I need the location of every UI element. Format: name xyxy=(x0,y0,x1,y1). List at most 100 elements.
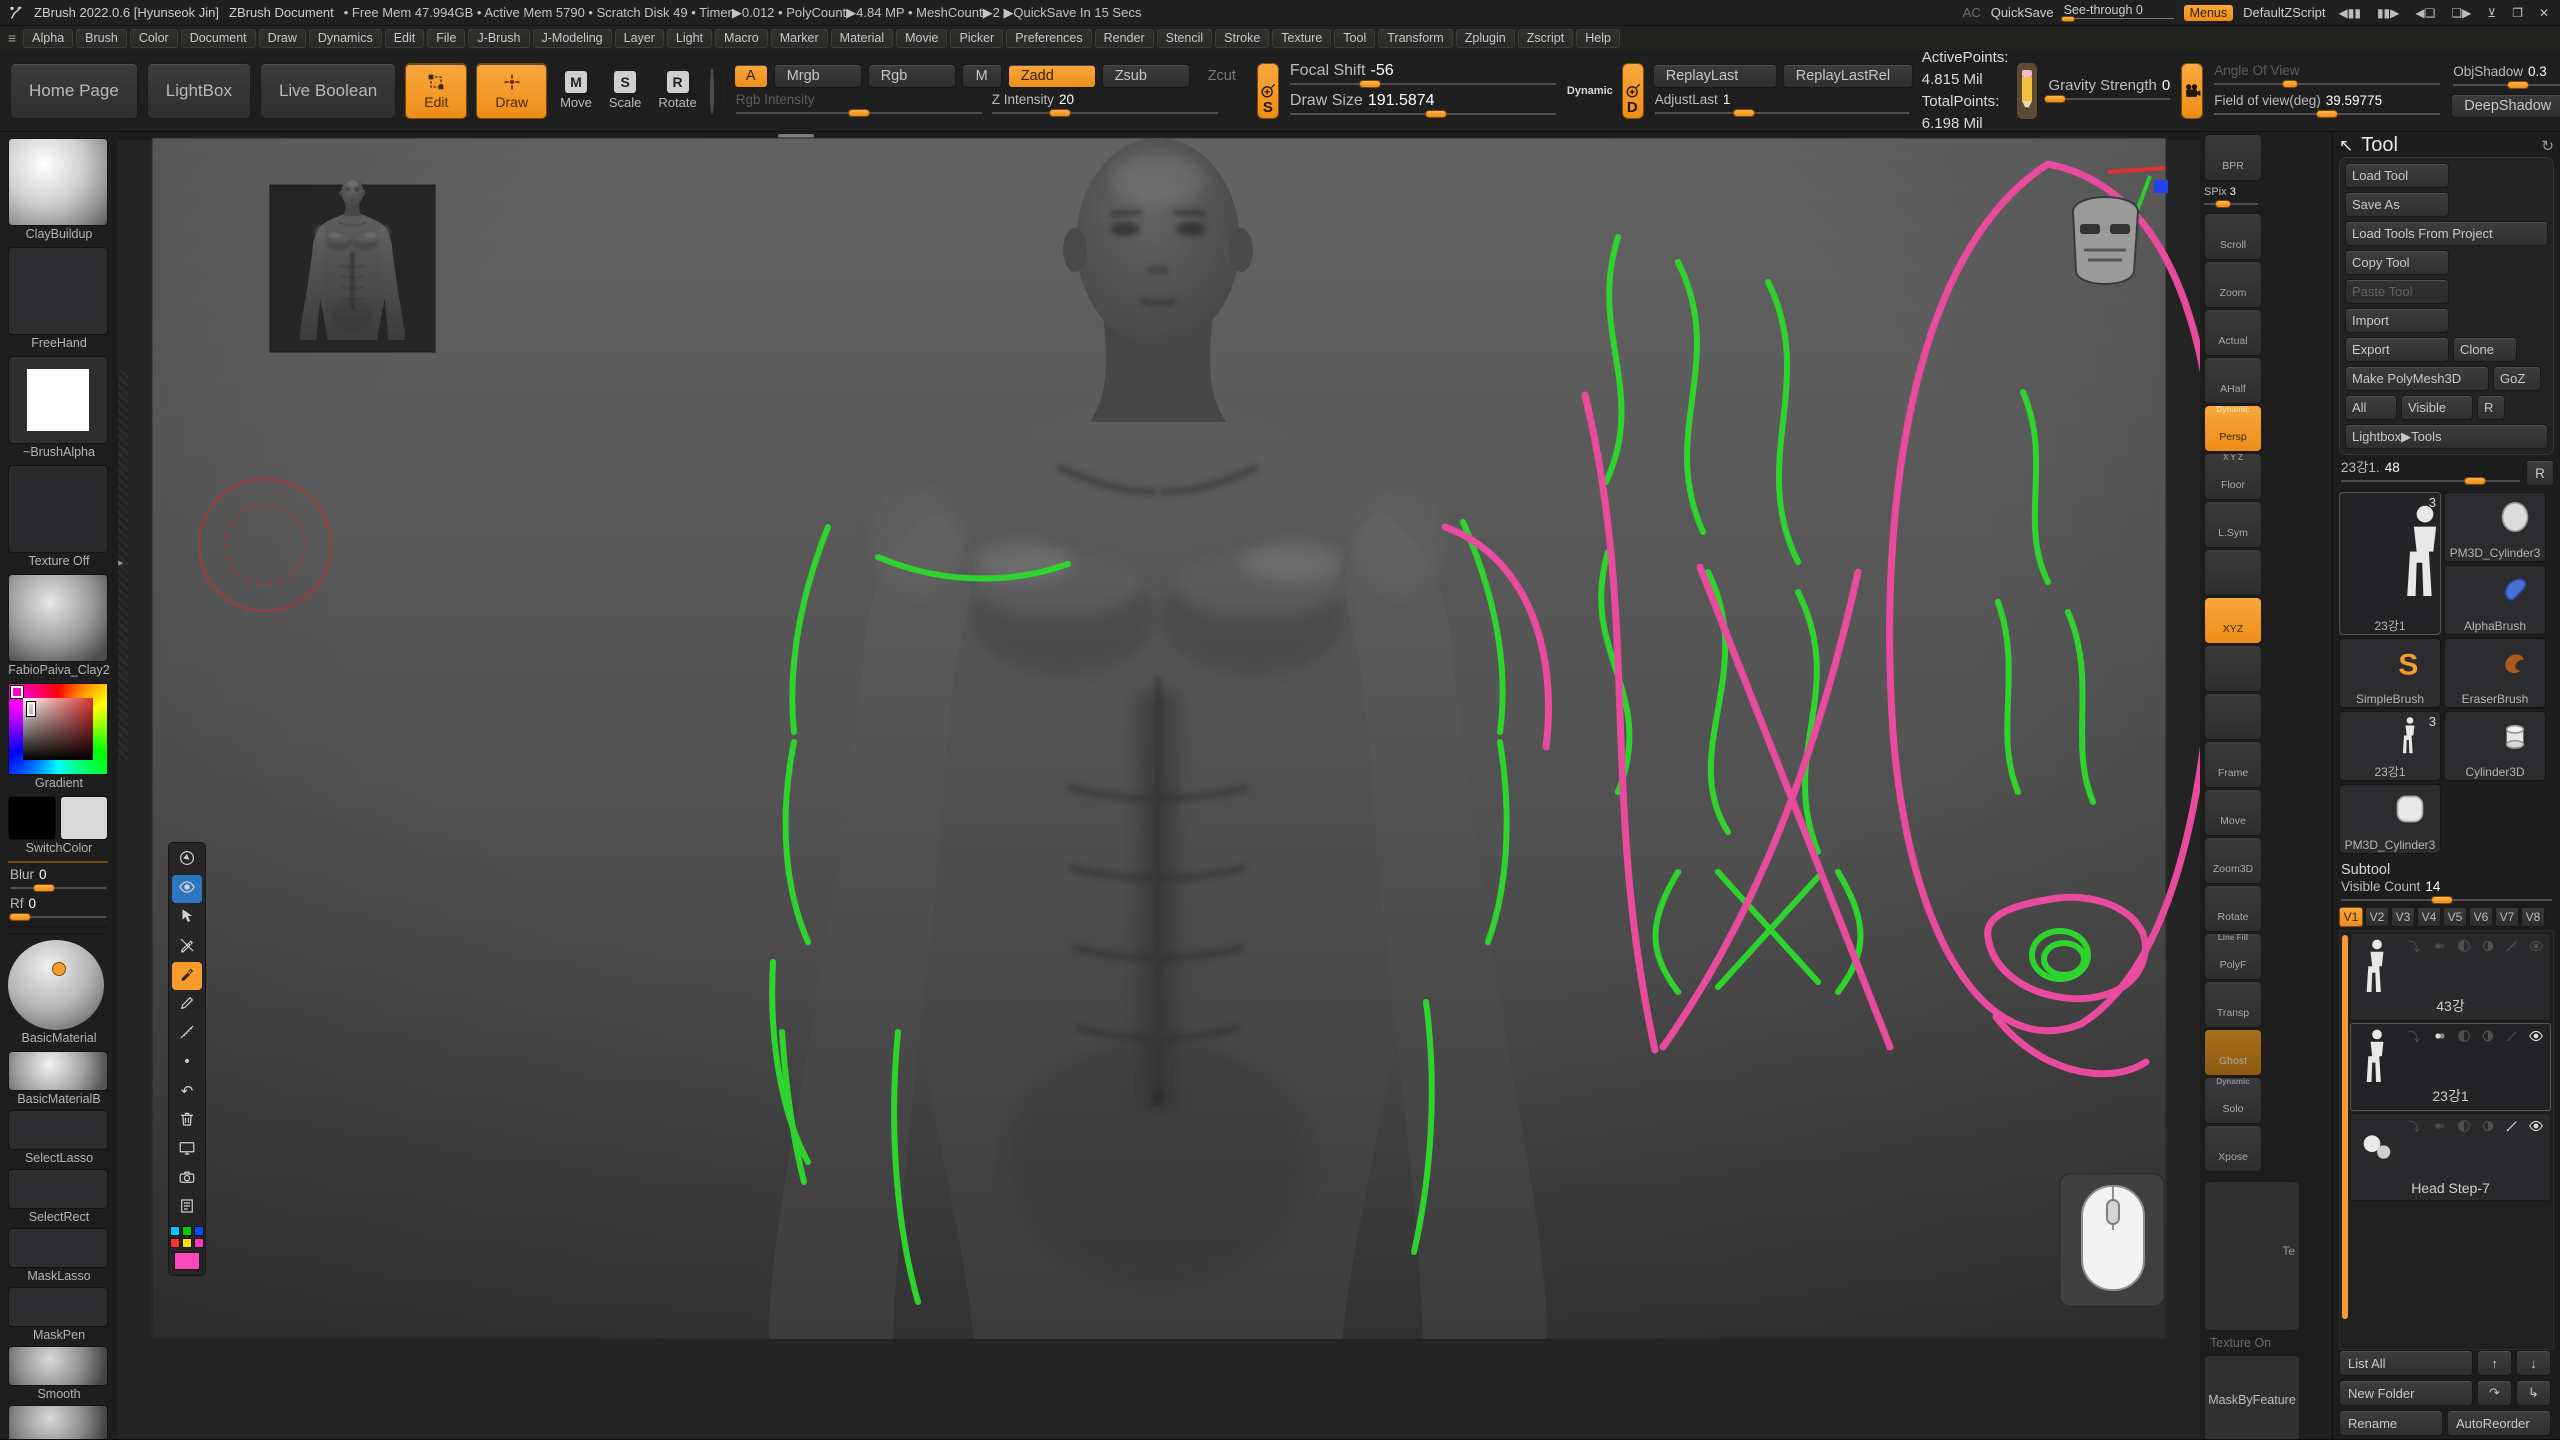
draw-size-slider[interactable]: Draw Size191.5874 xyxy=(1288,93,1558,119)
hamburger-icon[interactable]: ≡ xyxy=(4,30,20,46)
tool-panel-button[interactable]: Load Tool xyxy=(2345,163,2449,188)
angle-of-view-slider[interactable]: Angle Of View xyxy=(2212,63,2442,89)
replay-last-rel-button[interactable]: ReplayLastRel xyxy=(1783,64,1913,88)
frame-button[interactable]: Frame xyxy=(2204,741,2262,788)
subtool-footer-button[interactable]: ↑ xyxy=(2477,1350,2512,1376)
palette-color[interactable] xyxy=(170,1226,180,1236)
polypaint-icon[interactable] xyxy=(2456,1028,2474,1044)
pencil-icon[interactable] xyxy=(2017,63,2037,119)
secondary-color-swatch[interactable] xyxy=(60,796,108,840)
rotate-z-button[interactable]: Z xyxy=(2204,693,2262,740)
tool-panel-button[interactable]: Copy Tool xyxy=(2345,250,2449,275)
visibility-eye-icon[interactable] xyxy=(2528,1028,2546,1044)
adjust-last-slider[interactable]: AdjustLast1 xyxy=(1653,92,1911,118)
menu-item[interactable]: Movie xyxy=(896,29,947,48)
polypaint-icon[interactable] xyxy=(2456,1118,2474,1134)
tool-panel-button[interactable]: GoZ xyxy=(2493,366,2541,391)
menu-item[interactable]: Draw xyxy=(259,29,306,48)
tool-panel-button[interactable]: Make PolyMesh3D xyxy=(2345,366,2489,391)
focal-shift-slider[interactable]: Focal Shift-56 xyxy=(1288,63,1558,89)
subtool-footer-button[interactable]: ↓ xyxy=(2516,1350,2551,1376)
uv-icon[interactable] xyxy=(2480,1118,2498,1134)
subtool-tab[interactable]: V7 xyxy=(2495,907,2519,927)
rgb-button[interactable]: Rgb xyxy=(868,64,956,88)
tool-panel-button[interactable]: Save As xyxy=(2345,192,2449,217)
lightbox-button[interactable]: LightBox xyxy=(147,63,251,119)
subtool-footer-button[interactable]: AutoReorder xyxy=(2447,1410,2551,1436)
menu-item[interactable]: Light xyxy=(667,29,712,48)
menus-button[interactable]: Menus xyxy=(2184,5,2234,21)
dock-left-icon[interactable]: ◀❏ xyxy=(2412,6,2438,20)
brush-maskpen[interactable]: MaskPen xyxy=(8,1287,110,1343)
home-page-button[interactable]: Home Page xyxy=(10,63,138,119)
subtool-footer-button[interactable]: New Folder xyxy=(2339,1380,2473,1406)
zcut-button[interactable]: Zcut xyxy=(1196,64,1248,88)
notes-button[interactable] xyxy=(172,1194,202,1222)
43강[interactable]: ⤵ 43강 xyxy=(2350,933,2551,1021)
menu-item[interactable]: Alpha xyxy=(23,29,73,48)
menu-item[interactable]: Zscript xyxy=(1518,29,1574,48)
transparency-button[interactable]: Transp xyxy=(2204,981,2262,1028)
menu-item[interactable]: Color xyxy=(130,29,178,48)
tool-panel-button[interactable]: Export xyxy=(2345,337,2449,362)
visibility-tool[interactable] xyxy=(172,875,202,903)
pen-disabled-tool[interactable] xyxy=(172,933,202,961)
menu-item[interactable]: Stroke xyxy=(1215,29,1269,48)
visibility-eye-icon[interactable] xyxy=(2528,1118,2546,1134)
draw-button[interactable]: Draw xyxy=(476,63,547,119)
switchcolor-label[interactable]: SwitchColor xyxy=(8,840,110,856)
scroll-button[interactable]: Scroll xyxy=(2204,213,2262,260)
xpose-button[interactable]: Xpose xyxy=(2204,1125,2262,1172)
refresh-icon[interactable]: ↻ xyxy=(2541,137,2554,155)
brush-smoothvalleys[interactable]: SmoothValleys xyxy=(8,1405,110,1439)
alternate-button[interactable]: Alternate xyxy=(8,861,108,863)
palette-color[interactable] xyxy=(182,1226,192,1236)
palette-color[interactable] xyxy=(170,1238,180,1248)
tool-panel-button[interactable]: Load Tools From Project xyxy=(2345,221,2548,246)
scale-button[interactable]: SScale xyxy=(605,63,646,119)
material-basicmaterialb[interactable]: BasicMaterialB xyxy=(8,1051,110,1107)
divider-left-icon[interactable]: ◀▮▮ xyxy=(2336,6,2364,20)
subtool-footer-button[interactable]: ↳ xyxy=(2516,1380,2551,1406)
subtool-tab[interactable]: V1 xyxy=(2339,907,2363,927)
dock-right-icon[interactable]: ❏▶ xyxy=(2448,6,2474,20)
gravity-strength-slider[interactable]: Gravity Strength0 xyxy=(2046,78,2172,104)
tool-panel-button[interactable]: Visible xyxy=(2401,395,2473,420)
material-sphere[interactable] xyxy=(723,67,725,115)
local-symmetry-button[interactable]: L.Sym xyxy=(2204,501,2262,548)
spix-slider[interactable]: SPix 3 xyxy=(2204,182,2262,212)
menu-item[interactable]: Stencil xyxy=(1157,29,1213,48)
maskbyfeature-button[interactable]: MaskByFeature xyxy=(2204,1355,2300,1439)
menu-item[interactable]: Dynamics xyxy=(309,29,382,48)
bpr-button[interactable]: BPR xyxy=(2204,134,2262,181)
cursor-tool[interactable] xyxy=(172,904,202,932)
tool-r-button[interactable]: R xyxy=(2526,460,2554,486)
pencil-tool[interactable] xyxy=(172,991,202,1019)
menu-item[interactable]: Material xyxy=(831,29,893,48)
tool-simplebrush[interactable]: S SimpleBrush xyxy=(2339,638,2441,708)
gradient-label[interactable]: Gradient xyxy=(8,775,110,791)
polyframe-button[interactable]: Line Fill PolyF xyxy=(2204,933,2262,980)
brush-size-dot[interactable] xyxy=(172,1049,202,1077)
tool-23gang1-b[interactable]: 3 23강1 xyxy=(2339,711,2441,781)
ghost-button[interactable]: Ghost xyxy=(2204,1029,2262,1076)
menu-item[interactable]: Layer xyxy=(615,29,664,48)
menu-item[interactable]: Texture xyxy=(1272,29,1331,48)
tool-alphabrush[interactable]: AlphaBrush xyxy=(2444,565,2546,635)
tool-panel-button[interactable]: All xyxy=(2345,395,2397,420)
basic-material[interactable]: BasicMaterial xyxy=(8,940,110,1046)
live-boolean-button[interactable]: Live Boolean xyxy=(260,63,396,119)
restore-button[interactable]: ❐ xyxy=(2509,6,2526,20)
texture-slot[interactable]: Te xyxy=(2204,1181,2300,1331)
menu-item[interactable]: Help xyxy=(1576,29,1620,48)
rotate-xyz-button[interactable]: XYZ XYZ xyxy=(2204,597,2262,644)
stroke-picker-button[interactable]: S xyxy=(1257,63,1279,119)
menu-item[interactable]: Zplugin xyxy=(1456,29,1515,48)
copy-down-icon[interactable]: ⤵ xyxy=(2408,938,2426,954)
main-color-swatch[interactable] xyxy=(8,796,56,840)
menu-item[interactable]: Picker xyxy=(950,29,1003,48)
overlay-app-icon[interactable] xyxy=(172,846,202,874)
accucurve-button[interactable]: AccuCurve xyxy=(8,926,108,928)
divider-right-icon[interactable]: ▮▮▶ xyxy=(2374,6,2402,20)
tool-23gang1[interactable]: 3 23강1 xyxy=(2339,492,2441,635)
